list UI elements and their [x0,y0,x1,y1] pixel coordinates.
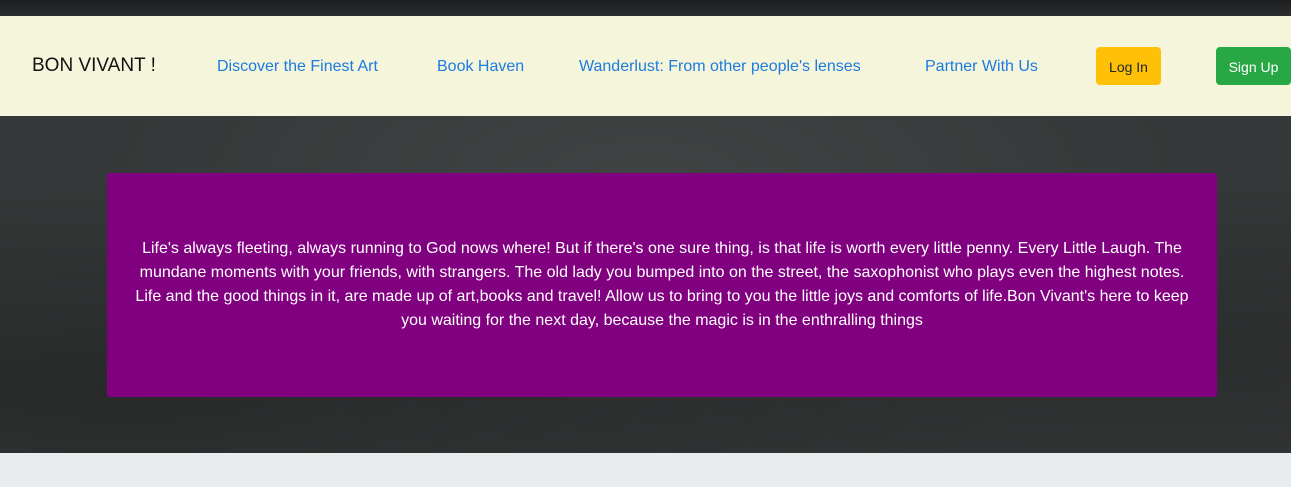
nav-link-book-haven[interactable]: Book Haven [437,58,524,76]
page-footer-area [0,453,1291,487]
nav-link-wanderlust[interactable]: Wanderlust: From other people's lenses [579,58,861,76]
hero-section: Life's always fleeting, always running t… [0,116,1291,453]
nav-link-finest-art[interactable]: Discover the Finest Art [217,58,378,76]
navbar: BON VIVANT ! Discover the Finest Art Boo… [0,16,1291,116]
brand-logo[interactable]: BON VIVANT ! [32,55,156,77]
top-background-strip [0,0,1291,16]
login-button[interactable]: Log In [1096,47,1161,85]
hero-description: Life's always fleeting, always running t… [135,240,1189,329]
signup-button[interactable]: Sign Up [1216,47,1291,85]
nav-link-partner[interactable]: Partner With Us [925,58,1038,76]
hero-card: Life's always fleeting, always running t… [107,173,1217,397]
